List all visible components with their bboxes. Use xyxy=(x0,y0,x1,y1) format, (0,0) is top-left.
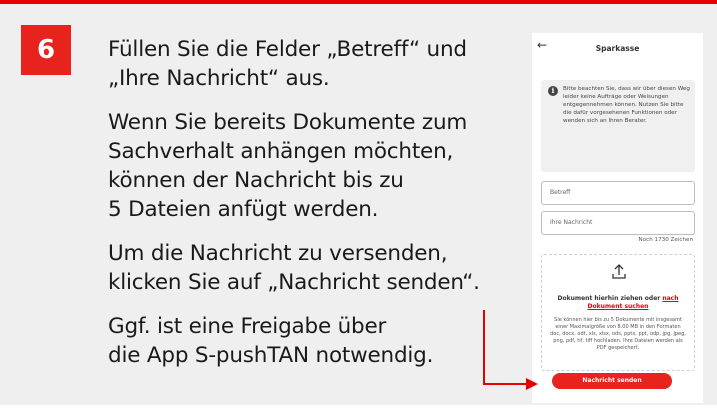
character-counter: Noch 1730 Zeichen xyxy=(638,237,693,243)
subject-field[interactable]: Betreff xyxy=(541,181,695,205)
instruction-line: Füllen Sie die Felder „Betreff“ und xyxy=(108,37,467,62)
phone-screenshot: ← Sparkasse i Bitte beachten Sie, dass w… xyxy=(532,33,703,403)
instruction-line: Wenn Sie bereits Dokumente zum xyxy=(108,110,468,135)
info-icon: i xyxy=(548,86,558,96)
subject-placeholder: Betreff xyxy=(550,189,571,196)
upload-text: Dokument hierhin ziehen oder xyxy=(557,295,661,302)
instruction-line: 5 Dateien anfügt werden. xyxy=(108,197,379,222)
send-message-button[interactable]: Nachricht senden xyxy=(552,373,672,389)
app-title: Sparkasse xyxy=(595,44,640,53)
info-notice: i Bitte beachten Sie, dass wir über dies… xyxy=(541,80,695,172)
instruction-line: „Ihre Nachricht“ aus. xyxy=(108,66,330,91)
message-field[interactable]: Ihre Nachricht xyxy=(541,211,695,235)
upload-hint: Sie können hier bis zu 5 Dokumente mit i… xyxy=(550,317,686,351)
instruction-panel: 6 Füllen Sie die Felder „Betreff“ und „I… xyxy=(0,0,717,405)
message-placeholder: Ihre Nachricht xyxy=(550,219,593,226)
instruction-line: können der Nachricht bis zu xyxy=(108,168,404,193)
instruction-line: Sachverhalt anhängen möchten, xyxy=(108,139,454,164)
instruction-line: Um die Nachricht zu versenden, xyxy=(108,241,448,266)
upload-icon xyxy=(612,264,626,279)
upload-instruction: Dokument hierhin ziehen oder nach Dokume… xyxy=(550,295,686,311)
notice-text: Bitte beachten Sie, dass wir über diesen… xyxy=(563,86,690,124)
upload-dropzone[interactable]: Dokument hierhin ziehen oder nach Dokume… xyxy=(541,254,695,371)
instruction-line: klicken Sie auf „Nachricht senden“. xyxy=(108,270,480,295)
app-header: ← Sparkasse xyxy=(532,33,703,65)
instruction-line: Ggf. ist eine Freigabe über xyxy=(108,314,387,339)
instruction-line: die App S-pushTAN notwendig. xyxy=(108,343,434,368)
step-number-badge: 6 xyxy=(21,25,71,75)
